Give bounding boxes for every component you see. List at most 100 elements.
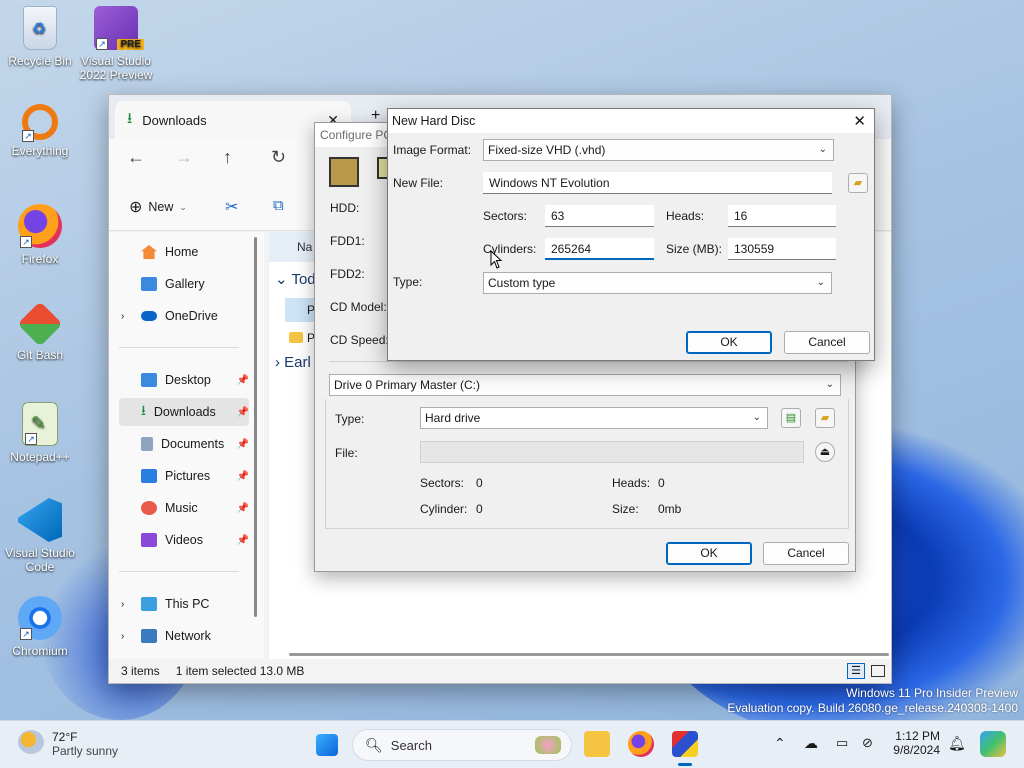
close-icon[interactable]: ✕: [853, 112, 866, 130]
desktop-icon-label: Everything: [11, 144, 69, 158]
pin-icon: 📌: [236, 374, 249, 386]
new-disk-icon[interactable]: ▤: [781, 408, 801, 428]
sidebar-item-pictures[interactable]: Pictures 📌: [119, 462, 249, 490]
tiles-view-icon[interactable]: [871, 665, 885, 677]
desktop-icon-label: Visual Studio Code: [5, 546, 75, 574]
open-folder-icon[interactable]: ▰: [848, 173, 868, 193]
desktop-icon-chromium[interactable]: ↗ Chromium: [0, 596, 80, 658]
gallery-icon: [141, 277, 157, 291]
file-path-field[interactable]: [420, 441, 804, 463]
status-bar: 3 items 1 item selected 13.0 MB ☰: [109, 659, 891, 683]
back-arrow-icon[interactable]: ←: [127, 147, 145, 168]
fdd2-label: FDD2:: [330, 267, 365, 281]
chevron-down-icon: ⌄: [818, 144, 827, 155]
sidebar-item-home[interactable]: Home: [119, 238, 249, 266]
eject-icon[interactable]: ⏏: [815, 442, 835, 462]
ok-button[interactable]: OK: [686, 331, 772, 354]
image-format-select[interactable]: Fixed-size VHD (.vhd) ⌄: [483, 139, 834, 161]
sidebar-item-downloads[interactable]: ⭳ Downloads 📌: [119, 398, 249, 426]
desktop-icon-vscode[interactable]: Visual Studio Code: [0, 498, 80, 574]
cloud-offline-icon[interactable]: ☁: [804, 735, 818, 752]
new-button[interactable]: ⊕ New ⌄: [129, 197, 187, 217]
desktop-icon-everything[interactable]: ↗ Everything: [0, 104, 80, 158]
new-file-input[interactable]: Windows NT Evolution: [483, 172, 832, 194]
sidebar-item-music[interactable]: Music 📌: [119, 494, 249, 522]
mouse-cursor-icon: [490, 250, 503, 269]
everything-search-icon: ↗: [22, 104, 58, 142]
sidebar-item-network[interactable]: › Network: [119, 622, 249, 650]
group-header-earlier[interactable]: › Earl: [275, 354, 311, 371]
weather-widget[interactable]: 72°F Partly sunny: [18, 730, 118, 758]
cd-speed-label: CD Speed:: [330, 333, 389, 347]
hdd-label: HDD:: [330, 201, 360, 215]
watermark-line2: Evaluation copy. Build 26080.ge_release.…: [727, 701, 1018, 715]
sidebar-item-documents[interactable]: Documents 📌: [119, 430, 249, 458]
firefox-icon: ↗: [18, 204, 62, 248]
motherboard-icon[interactable]: [329, 157, 359, 187]
refresh-icon[interactable]: ↻: [271, 147, 286, 168]
chevron-up-icon[interactable]: ⌃: [774, 735, 786, 752]
cd-model-label: CD Model:: [330, 300, 387, 314]
chevron-right-icon: ›: [121, 598, 125, 610]
file-explorer-taskbar-icon[interactable]: [584, 731, 610, 757]
sidebar-item-this-pc[interactable]: › This PC: [119, 590, 249, 618]
ok-button[interactable]: OK: [666, 542, 752, 565]
heads-input[interactable]: 16: [728, 205, 836, 227]
cancel-button[interactable]: Cancel: [784, 331, 870, 354]
divider: [329, 361, 847, 362]
desktop-icon-notepadpp[interactable]: ✎ ↗ Notepad++: [0, 402, 80, 464]
pin-icon: 📌: [236, 438, 249, 450]
cut-icon[interactable]: ✂: [225, 197, 238, 217]
desktop-icon-firefox[interactable]: ↗ Firefox: [0, 204, 80, 266]
clock[interactable]: 1:12 PM 9/8/2024: [890, 729, 940, 757]
sectors-label: Sectors:: [420, 476, 465, 490]
drive-select[interactable]: Drive 0 Primary Master (C:) ⌄: [329, 374, 841, 396]
network-icon: [141, 629, 157, 643]
desktop-icon-git-bash[interactable]: Git Bash: [0, 301, 80, 362]
search-box[interactable]: 🔍︎ Search: [352, 729, 572, 761]
sidebar-item-gallery[interactable]: Gallery: [119, 270, 249, 298]
group-header-today[interactable]: ⌄ Tod: [275, 270, 316, 288]
up-arrow-icon[interactable]: ↑: [223, 147, 232, 168]
bell-icon[interactable]: 🔔︎: [948, 735, 966, 752]
clock-date: 9/8/2024: [893, 743, 940, 757]
details-view-icon[interactable]: ☰: [847, 663, 865, 679]
desktop-icon-recycle-bin[interactable]: ♻ Recycle Bin: [0, 6, 80, 68]
start-button-icon[interactable]: [316, 734, 338, 756]
desktop-icon-label: Visual Studio 2022 Preview: [79, 54, 153, 82]
desktop-icon-label: Notepad++: [10, 450, 70, 464]
emulator-taskbar-icon[interactable]: [672, 731, 698, 757]
chevron-right-icon: ›: [275, 354, 285, 371]
sidebar-item-videos[interactable]: Videos 📌: [119, 526, 249, 554]
sidebar-item-desktop[interactable]: Desktop 📌: [119, 366, 249, 394]
cancel-button[interactable]: Cancel: [763, 542, 849, 565]
sidebar-item-onedrive[interactable]: › OneDrive: [119, 302, 249, 330]
disk-type-select[interactable]: Custom type ⌄: [483, 272, 832, 294]
copy-icon[interactable]: ⧉: [273, 197, 284, 214]
firefox-taskbar-icon[interactable]: [628, 731, 654, 757]
image-format-label: Image Format:: [393, 143, 472, 157]
selection-info: 1 item selected 13.0 MB: [175, 664, 305, 678]
size-input[interactable]: 130559: [728, 238, 836, 260]
heads-label: Heads:: [612, 476, 651, 490]
music-icon: [141, 501, 157, 515]
desktop-icon-visual-studio-preview[interactable]: PRE ↗ Visual Studio 2022 Preview: [76, 6, 156, 82]
fdd1-label: FDD1:: [330, 234, 365, 248]
scrollbar[interactable]: [254, 237, 257, 617]
cylinders-input[interactable]: 265264: [545, 238, 654, 260]
open-folder-icon[interactable]: ▰: [815, 408, 835, 428]
sectors-value: 0: [476, 476, 483, 490]
drive-type-select[interactable]: Hard drive ⌄: [420, 407, 768, 429]
cylinder-value: 0: [476, 502, 483, 516]
forward-arrow-icon[interactable]: →: [175, 147, 193, 168]
weather-desc: Partly sunny: [52, 744, 119, 758]
horizontal-scrollbar[interactable]: [289, 653, 889, 656]
display-icon[interactable]: ▭: [836, 735, 848, 751]
copilot-preview-icon[interactable]: [980, 731, 1006, 757]
new-hard-disc-dialog: New Hard Disc ✕ Image Format: Fixed-size…: [387, 108, 875, 361]
column-header[interactable]: Na: [269, 232, 319, 262]
sectors-input[interactable]: 63: [545, 205, 654, 227]
network-offline-icon[interactable]: ⊘: [862, 735, 873, 751]
chevron-down-icon: ⌄: [275, 271, 292, 288]
partly-sunny-icon: [18, 730, 44, 754]
